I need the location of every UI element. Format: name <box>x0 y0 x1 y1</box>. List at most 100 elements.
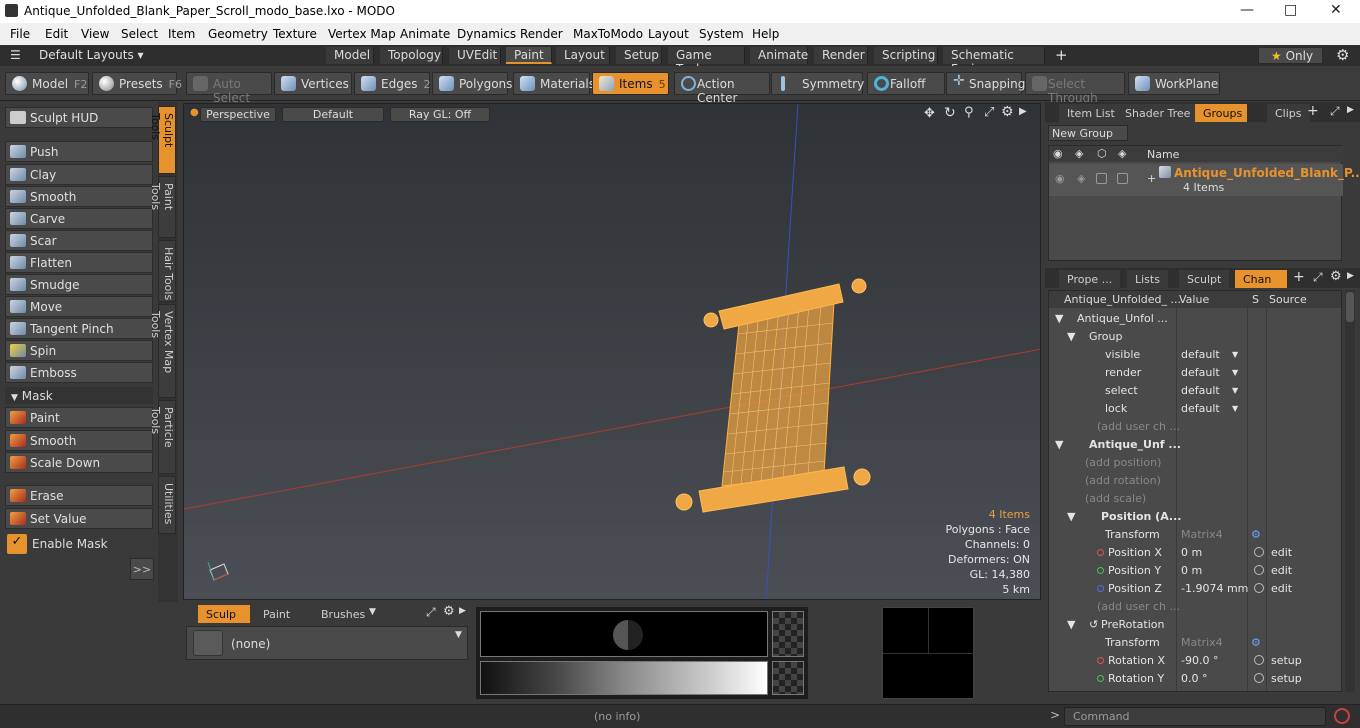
vtab-particle-tools[interactable]: Particle Tools <box>149 400 176 474</box>
menu-dynamics[interactable]: Dynamics <box>457 27 516 41</box>
channel-row[interactable]: (add rotation) <box>1049 472 1341 490</box>
vertices-button[interactable]: Vertices1 <box>274 72 362 95</box>
col-value[interactable]: Value <box>1179 293 1209 306</box>
channel-value[interactable]: 0 m <box>1181 564 1202 577</box>
command-input[interactable]: Command <box>1064 707 1326 726</box>
snapping-button[interactable]: ✛ Snapping <box>946 72 1025 95</box>
brush-selector[interactable]: (none) ▼ <box>186 626 468 660</box>
name-column-header[interactable]: Name <box>1147 148 1179 161</box>
items-button[interactable]: Items 5 <box>592 72 669 95</box>
scrollbar-thumb[interactable] <box>1346 292 1354 322</box>
tab-layout[interactable]: Layout <box>556 47 610 64</box>
group-row[interactable]: ◉ ◈ + Antique_Unfolded_Blank_P... 4 Item… <box>1049 164 1360 196</box>
panel-settings-icon[interactable]: ⚙ <box>1330 269 1342 284</box>
lock-icon[interactable]: ⬡ <box>1097 147 1107 160</box>
mask-smooth[interactable]: Smooth <box>5 430 153 451</box>
tool-clay[interactable]: Clay <box>5 164 153 185</box>
channel-row[interactable]: Position Y 0 m edit <box>1049 562 1341 580</box>
maximize-view-icon[interactable]: ⤢ <box>984 105 994 120</box>
add-tab-icon[interactable]: + <box>1055 46 1068 64</box>
tool-flatten[interactable]: Flatten <box>5 252 153 273</box>
state-circle[interactable] <box>1254 583 1264 593</box>
menu-render[interactable]: Render <box>520 27 563 41</box>
channel-row[interactable]: visible default ▼ <box>1049 346 1341 364</box>
tool-emboss[interactable]: Emboss <box>5 362 153 383</box>
channel-row[interactable]: ▼ Antique_Unf ... <box>1049 436 1341 454</box>
tab-sculpt[interactable]: Sculpt <box>1179 270 1230 288</box>
state-circle[interactable] <box>1254 673 1264 683</box>
new-group-button[interactable]: New Group <box>1048 125 1128 141</box>
mask-paint[interactable]: Paint <box>5 407 153 428</box>
tool-smooth[interactable]: Smooth <box>5 186 153 207</box>
tool-push[interactable]: Push <box>5 141 153 162</box>
state-circle[interactable] <box>1254 655 1264 665</box>
view-type-button[interactable]: Perspective <box>200 107 276 122</box>
menu-view[interactable]: View <box>81 27 109 41</box>
select-icon[interactable]: ◈ <box>1118 147 1126 160</box>
channel-row[interactable]: ▼ Group <box>1049 328 1341 346</box>
zoom-view-icon[interactable]: ⚲ <box>964 105 974 120</box>
menu-maxtomodo[interactable]: MaxToModo <box>573 27 643 41</box>
channel-value[interactable]: default <box>1181 348 1220 361</box>
record-icon[interactable] <box>1334 708 1350 724</box>
channel-value[interactable]: default <box>1181 402 1220 415</box>
eye-icon[interactable]: ◉ <box>1053 147 1063 160</box>
menu-select[interactable]: Select <box>121 27 158 41</box>
tab-game-tools[interactable]: Game Tools <box>668 47 745 76</box>
tab-groups[interactable]: Groups <box>1195 104 1247 122</box>
menu-file[interactable]: File <box>10 27 30 41</box>
channel-row[interactable]: render default ▼ <box>1049 364 1341 382</box>
channels-scrollbar[interactable] <box>1345 290 1355 692</box>
mask-header[interactable]: ▼ Mask <box>5 387 153 404</box>
vtab-hair-tools[interactable]: Hair Tools <box>158 240 176 302</box>
tab-schematic-fusion[interactable]: Schematic Fusion <box>943 47 1045 76</box>
channel-row[interactable]: (add user ch ... <box>1049 418 1341 436</box>
panel-arrow-icon[interactable]: ▶ <box>1347 105 1354 115</box>
row-lock-box[interactable] <box>1096 173 1107 184</box>
tab-model[interactable]: Model <box>326 47 374 64</box>
menu-item[interactable]: Item <box>168 27 195 41</box>
mask-set-value[interactable]: Set Value <box>5 508 153 529</box>
channel-row[interactable]: select default ▼ <box>1049 382 1341 400</box>
tab-brushes[interactable]: Brushes <box>313 605 367 623</box>
tab-topology[interactable]: Topology <box>380 47 443 64</box>
maximize-icon[interactable]: □ <box>1284 2 1297 18</box>
menu-layout[interactable]: Layout <box>648 27 689 41</box>
enable-mask-toggle[interactable]: ✓ Enable Mask <box>5 533 153 555</box>
channel-row[interactable]: lock default ▼ <box>1049 400 1341 418</box>
channel-value[interactable]: -90.0 ° <box>1181 654 1218 667</box>
auto-select-button[interactable]: Auto Select <box>186 72 272 105</box>
mask-erase[interactable]: Erase <box>5 485 153 506</box>
matrix-icon[interactable]: ⚙ <box>1251 528 1261 541</box>
channel-row[interactable]: (add scale) <box>1049 490 1341 508</box>
channel-row[interactable]: (add user ch ... <box>1049 598 1341 616</box>
channel-row[interactable]: Transform Matrix4 ⚙ <box>1049 526 1341 544</box>
menu-geometry[interactable]: Geometry <box>208 27 268 41</box>
channel-row[interactable]: Rotation Y 0.0 ° setup <box>1049 670 1341 688</box>
menu-help[interactable]: Help <box>752 27 779 41</box>
menu-texture[interactable]: Texture <box>273 27 317 41</box>
channel-value[interactable]: default <box>1181 384 1220 397</box>
select-through-button[interactable]: Select Through <box>1025 72 1125 105</box>
channel-row[interactable]: Transform Matrix4 ⚙ <box>1049 634 1341 652</box>
panel-arrow-icon[interactable]: ▶ <box>459 606 466 616</box>
menu-vertex-map[interactable]: Vertex Map <box>328 27 396 41</box>
tab-scripting[interactable]: Scripting <box>874 47 938 64</box>
gear-icon[interactable]: ⚙ <box>1336 46 1349 64</box>
channel-row[interactable]: ▼ Antique_Unfol ... <box>1049 310 1341 328</box>
channel-row[interactable]: ▼ Position (A... <box>1049 508 1341 526</box>
channel-row[interactable]: Rotation X -90.0 ° setup <box>1049 652 1341 670</box>
add-tab-icon[interactable]: + <box>1307 103 1319 119</box>
tool-tangent-pinch[interactable]: Tangent Pinch <box>5 318 153 339</box>
more-button[interactable]: >> <box>130 558 154 580</box>
tab-paint-brush[interactable]: Paint ... <box>255 605 309 634</box>
channel-row[interactable]: (add position) <box>1049 454 1341 472</box>
matrix-icon[interactable]: ⚙ <box>1251 636 1261 649</box>
mask-scale-down[interactable]: Scale Down <box>5 452 153 473</box>
tool-smudge[interactable]: Smudge <box>5 274 153 295</box>
add-tab-icon[interactable]: + <box>1293 269 1305 285</box>
vtab-paint-tools[interactable]: Paint Tools <box>149 176 176 238</box>
tab-lists[interactable]: Lists <box>1127 270 1168 288</box>
only-button[interactable]: ★ Only <box>1258 47 1323 64</box>
vtab-sculpt-tools[interactable]: Sculpt Tools <box>149 106 176 174</box>
